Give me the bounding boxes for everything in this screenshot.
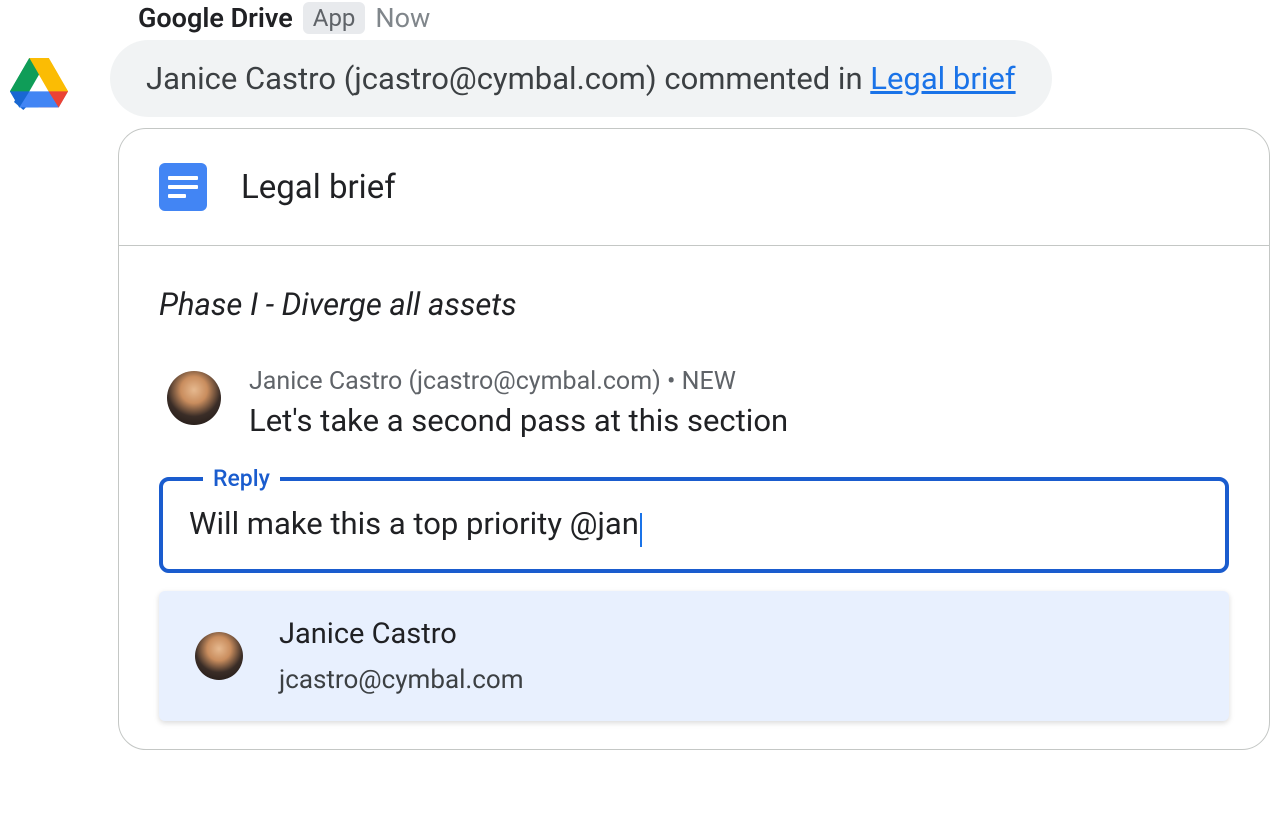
notification-app-badge: App: [303, 2, 366, 34]
comment-row: Janice Castro (jcastro@cymbal.com) • NEW…: [159, 367, 1229, 439]
comment-text: Let's take a second pass at this section: [249, 402, 788, 439]
notification-header: Google Drive App Now: [138, 2, 430, 34]
document-link[interactable]: Legal brief: [870, 60, 1015, 97]
reply-label: Reply: [203, 465, 280, 492]
comment-card: Legal brief Phase I - Diverge all assets…: [118, 128, 1270, 750]
notification-time: Now: [375, 2, 430, 34]
commenter-avatar: [167, 371, 221, 425]
document-title: Legal brief: [241, 168, 396, 207]
reply-text-value: Will make this a top priority @jan: [189, 505, 639, 542]
suggestion-avatar: [195, 632, 243, 680]
google-drive-icon: [10, 58, 68, 110]
notification-body-text: Janice Castro (jcastro@cymbal.com) comme…: [146, 60, 870, 97]
text-caret: [640, 513, 642, 547]
notification-app-name: Google Drive: [138, 2, 293, 34]
reply-input[interactable]: Reply Will make this a top priority @jan: [159, 477, 1229, 573]
section-heading: Phase I - Diverge all assets: [159, 286, 1229, 323]
card-header[interactable]: Legal brief: [119, 129, 1269, 246]
suggestion-name: Janice Castro: [279, 617, 524, 651]
suggestion-email: jcastro@cymbal.com: [279, 665, 524, 695]
notification-body[interactable]: Janice Castro (jcastro@cymbal.com) comme…: [110, 40, 1052, 117]
comment-author-line: Janice Castro (jcastro@cymbal.com) • NEW: [249, 367, 788, 396]
mention-suggestion[interactable]: Janice Castro jcastro@cymbal.com: [159, 591, 1229, 721]
google-docs-icon: [159, 163, 207, 211]
